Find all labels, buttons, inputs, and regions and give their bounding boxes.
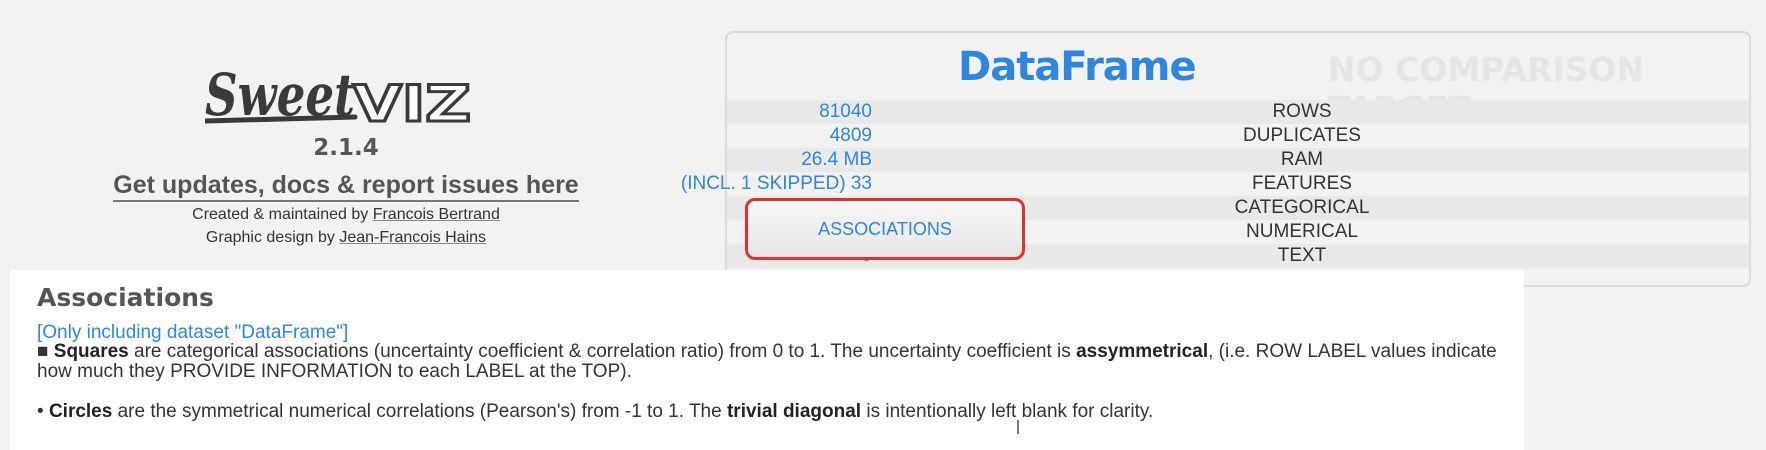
stat-row-duplicates: 4809 DUPLICATES xyxy=(727,124,1749,148)
svg-text:VIZ: VIZ xyxy=(353,75,471,133)
designer-link[interactable]: Jean-Francois Hains xyxy=(339,229,486,246)
panel-tab-edge xyxy=(380,271,450,311)
associations-button[interactable]: ASSOCIATIONS xyxy=(745,198,1025,260)
stat-label: TEXT xyxy=(1277,245,1327,266)
stat-label: RAM xyxy=(1280,149,1324,170)
associations-title: Associations xyxy=(37,283,214,312)
updates-link[interactable]: Get updates, docs & report issues here xyxy=(113,171,579,202)
squares-description: ■ Squares are categorical associations (… xyxy=(37,341,1497,382)
stat-value: (INCL. 1 SKIPPED) 33 xyxy=(680,173,872,194)
stat-label: CATEGORICAL xyxy=(1234,197,1370,218)
stat-label: NUMERICAL xyxy=(1246,221,1358,242)
circles-description: • Circles are the symmetrical numerical … xyxy=(37,401,1154,422)
credit-designer: Graphic design by Jean-Francois Hains xyxy=(205,229,487,246)
stat-row-features: (INCL. 1 SKIPPED) 33 FEATURES xyxy=(681,172,1749,196)
stat-label: DUPLICATES xyxy=(1243,125,1361,146)
stat-label: FEATURES xyxy=(1252,173,1352,194)
dataframe-title: DataFrame xyxy=(958,44,1197,90)
stat-value: 4809 xyxy=(829,125,872,146)
stat-row-rows: 81040 ROWS xyxy=(727,100,1749,124)
sweetviz-logo: Sweet VIZ xyxy=(202,55,480,137)
version-label: 2.1.4 xyxy=(313,135,379,161)
stat-value: 81040 xyxy=(819,101,872,122)
stat-label: ROWS xyxy=(1272,101,1332,122)
credit-maintainer: Created & maintained by Francois Bertran… xyxy=(192,206,500,223)
divider xyxy=(1017,420,1019,434)
maintainer-link[interactable]: Francois Bertrand xyxy=(373,206,500,223)
stat-row-ram: 26.4 MB RAM xyxy=(727,148,1749,172)
stat-value: 26.4 MB xyxy=(801,149,872,170)
logo-graphic: Sweet VIZ xyxy=(202,61,473,135)
